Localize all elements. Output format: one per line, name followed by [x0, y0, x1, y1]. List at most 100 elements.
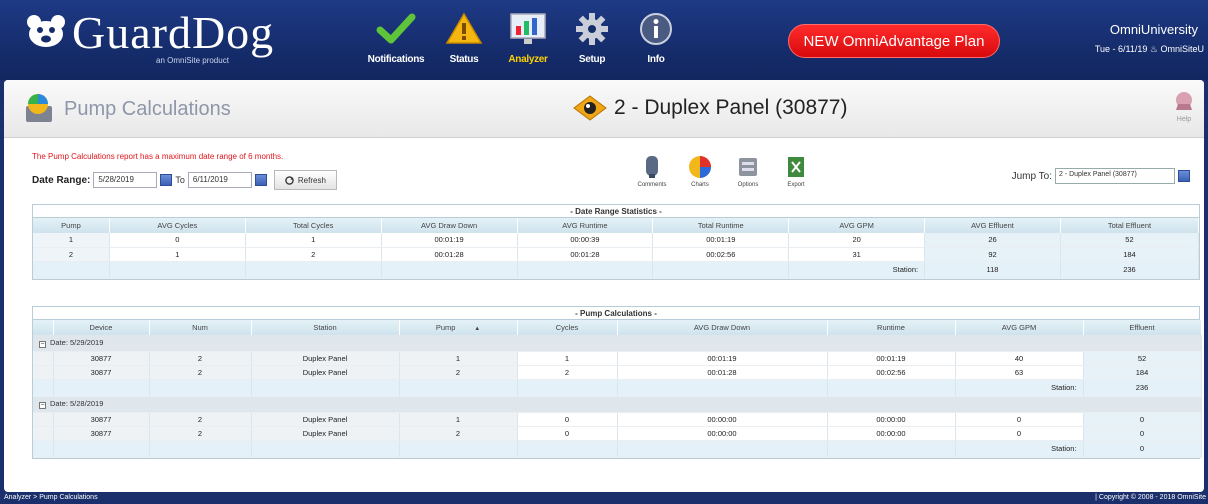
calendar-from-icon[interactable] — [160, 174, 173, 186]
table-cell: 92 — [924, 247, 1061, 262]
export-icon — [788, 157, 804, 177]
table-cell: 1 — [517, 351, 618, 366]
column-header[interactable]: Total Runtime — [652, 218, 790, 233]
table-cell: 1 — [109, 247, 246, 262]
table-cell: 1 — [399, 351, 518, 366]
expand-column-header — [33, 320, 54, 335]
column-header[interactable]: AVG Draw Down — [381, 218, 518, 233]
table-cell: 0 — [1083, 412, 1202, 427]
date-range-label: Date Range: — [32, 174, 91, 186]
table-cell: 00:01:19 — [617, 351, 828, 366]
table-row: 1 0 1 00:01:19 00:00:39 00:01:19 20 26 5… — [33, 233, 1200, 248]
nav-info[interactable]: Info — [624, 8, 688, 65]
table-cell: 2 — [33, 247, 110, 262]
table-cell: 184 — [1083, 365, 1202, 380]
jump-to-control: Jump To: 2 - Duplex Panel (30877) — [1012, 168, 1190, 184]
table-cell: 1 — [245, 233, 382, 248]
column-header[interactable]: Total Effluent — [1060, 218, 1200, 233]
promo-button[interactable]: NEW OmniAdvantage Plan — [788, 24, 1000, 58]
table-cell: 0 — [955, 412, 1084, 427]
collapse-icon[interactable]: − — [39, 402, 46, 409]
column-header[interactable]: Total Cycles — [245, 218, 382, 233]
table-row: 30877 2 Duplex Panel 2 0 00:00:00 00:00:… — [33, 426, 1202, 441]
empty-cell — [617, 379, 828, 397]
tool-label: Charts — [691, 182, 709, 188]
copyright: | Copyright © 2008 - 2018 OmniSite — [1095, 494, 1206, 501]
page-title: Pump Calculations — [64, 98, 231, 120]
group-header[interactable]: − Date: 5/28/2019 — [33, 396, 1202, 413]
empty-cell — [381, 261, 518, 279]
comments-button[interactable]: Comments — [632, 154, 672, 188]
empty-cell — [245, 261, 382, 279]
refresh-icon — [285, 175, 294, 185]
column-header-pump[interactable]: Pump ▲ — [399, 320, 518, 335]
column-header[interactable]: Device — [53, 320, 150, 335]
column-header[interactable]: AVG Draw Down — [617, 320, 828, 335]
empty-cell — [517, 379, 618, 397]
table-cell: 1 — [399, 412, 518, 427]
help-icon — [1176, 92, 1192, 110]
empty-cell — [53, 440, 150, 458]
column-header[interactable]: AVG Cycles — [109, 218, 246, 233]
group-header[interactable]: − Date: 5/29/2019 — [33, 335, 1202, 352]
table-cell: 00:01:28 — [517, 247, 654, 262]
date-to-input[interactable]: 6/11/2019 — [187, 172, 252, 188]
column-header[interactable]: AVG Runtime — [517, 218, 654, 233]
jump-to-label: Jump To: — [1011, 170, 1052, 182]
brand-tagline: an OmniSite product — [156, 56, 229, 65]
breadcrumb: Analyzer > Pump Calculations — [4, 494, 98, 501]
table-cell: 00:00:00 — [827, 412, 956, 427]
refresh-button[interactable]: Refresh — [273, 170, 337, 190]
nav-setup[interactable]: Setup — [560, 8, 624, 65]
collapse-icon[interactable]: − — [39, 340, 46, 348]
user-date-line: Tue - 6/11/19 ♨ OmniSiteU — [1094, 44, 1204, 54]
indent-cell — [33, 412, 54, 427]
status-footer: Analyzer > Pump Calculations | Copyright… — [0, 492, 1208, 504]
table-cell: 31 — [788, 247, 926, 262]
options-button[interactable]: Options — [728, 154, 768, 188]
date-range-controls: Date Range: 5/28/2019 To 6/11/2019 Refre… — [32, 170, 337, 190]
empty-cell — [33, 440, 54, 458]
nav-status[interactable]: Status — [432, 8, 496, 65]
column-header[interactable]: AVG Effluent — [924, 218, 1061, 233]
column-header[interactable]: Effluent — [1083, 320, 1202, 335]
export-button[interactable]: Export — [776, 154, 816, 188]
column-header[interactable]: Station — [251, 320, 400, 335]
charts-button[interactable]: Charts — [680, 154, 720, 188]
column-header[interactable]: AVG GPM — [788, 218, 926, 233]
user-org[interactable]: OmniUniversity — [1110, 22, 1198, 37]
date-range-notice: The Pump Calculations report has a maxim… — [32, 152, 284, 161]
empty-cell — [251, 379, 400, 397]
nav-analyzer[interactable]: Analyzer — [496, 8, 560, 65]
group-header-row[interactable]: − Date: 5/29/2019 — [33, 335, 1202, 352]
empty-cell — [399, 379, 518, 397]
column-header[interactable]: AVG GPM — [955, 320, 1084, 335]
column-header[interactable]: Cycles — [517, 320, 618, 335]
chevron-down-icon[interactable] — [1178, 170, 1190, 182]
column-header[interactable]: Pump — [33, 218, 110, 233]
empty-cell — [517, 261, 654, 279]
station-total-effluent: 0 — [1083, 440, 1202, 458]
to-label: To — [175, 175, 185, 185]
column-header[interactable]: Runtime — [827, 320, 956, 335]
station-total-effluent: 236 — [1060, 261, 1200, 279]
table-cell: 63 — [955, 365, 1084, 380]
table-cell: 2 — [149, 412, 252, 427]
info-icon — [639, 8, 673, 50]
brand-name: GuardDog — [72, 7, 275, 58]
table-cell: 1 — [33, 233, 110, 248]
jump-to-select[interactable]: 2 - Duplex Panel (30877) — [1055, 168, 1175, 184]
table-cell: 00:01:19 — [652, 233, 790, 248]
calendar-to-icon[interactable] — [254, 174, 267, 186]
comments-icon — [646, 156, 658, 178]
table-cell: 30877 — [53, 351, 150, 366]
group-header-row[interactable]: − Date: 5/28/2019 — [33, 396, 1202, 413]
indent-cell — [33, 365, 54, 380]
nav-notifications[interactable]: Notifications — [360, 8, 432, 65]
help-button[interactable]: Help — [1172, 90, 1196, 123]
station-total-label: Station: — [955, 379, 1084, 397]
table-cell: 00:00:39 — [517, 233, 654, 248]
column-header[interactable]: Num — [149, 320, 252, 335]
nav-label: Notifications — [367, 54, 425, 65]
date-from-input[interactable]: 5/28/2019 — [93, 172, 158, 188]
